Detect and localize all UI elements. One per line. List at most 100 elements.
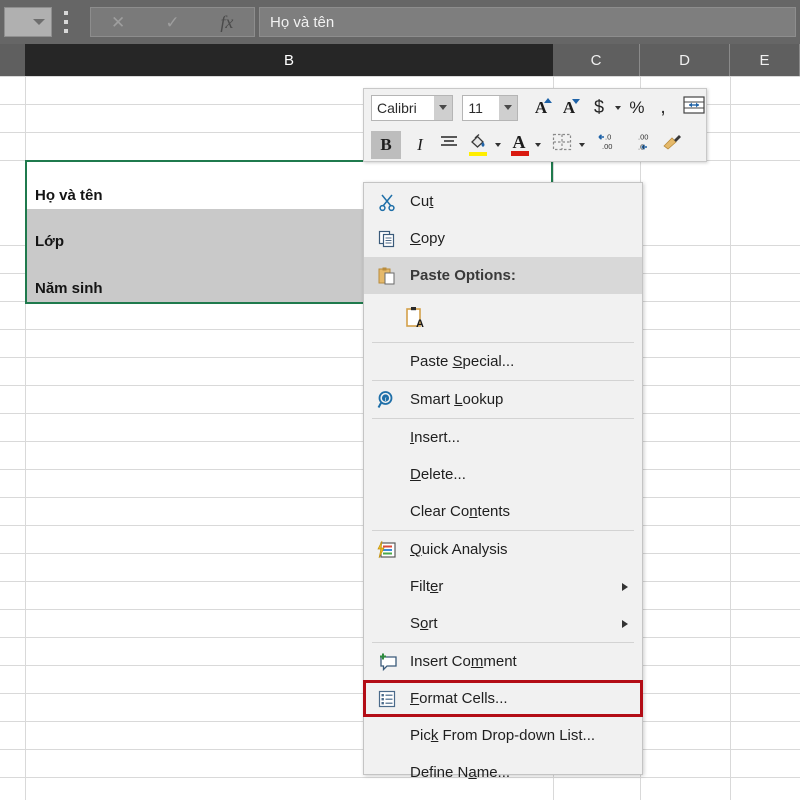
down-arrow-icon — [571, 98, 580, 104]
menu-item-format-cells-label: Format Cells... — [410, 690, 508, 707]
menu-item-paste-values[interactable]: A — [364, 294, 642, 342]
column-header-b[interactable]: B — [25, 44, 553, 76]
menu-item-insert-comment-label: Insert Comment — [410, 653, 517, 670]
svg-text:.0: .0 — [605, 133, 611, 142]
smart-lookup-icon: i — [372, 389, 402, 411]
italic-icon: I — [417, 134, 423, 154]
cancel-formula-icon[interactable]: ✕ — [91, 14, 145, 31]
menu-item-smart-lookup[interactable]: i Smart Lookup — [364, 381, 642, 418]
increase-decimal-button[interactable]: .0 .00 — [592, 131, 624, 159]
fill-color-button[interactable] — [465, 131, 491, 159]
mini-toolbar-row-1: Calibri 11 A A $ % , — [364, 89, 708, 126]
center-align-button[interactable] — [437, 131, 461, 159]
font-color-chevron-down-icon[interactable] — [535, 142, 541, 147]
menu-item-copy[interactable]: Copy — [364, 220, 642, 257]
font-name-combo[interactable]: Calibri — [371, 94, 454, 121]
percent-icon: % — [629, 97, 645, 117]
menu-item-sort-label: Sort — [410, 615, 438, 632]
chevron-down-icon — [33, 19, 45, 25]
format-cells-icon — [372, 688, 402, 710]
format-painter-button[interactable] — [659, 131, 687, 159]
no-icon — [372, 613, 402, 635]
currency-format-button[interactable]: $ — [587, 94, 611, 122]
bold-button[interactable]: B — [371, 130, 401, 159]
currency-chevron-down-icon[interactable] — [614, 105, 621, 110]
menu-item-insert[interactable]: Insert... — [364, 419, 642, 456]
menu-item-insert-comment[interactable]: Insert Comment — [364, 643, 642, 680]
column-header-c[interactable]: C — [553, 44, 640, 76]
font-color-button[interactable]: A — [507, 131, 531, 159]
no-icon — [372, 351, 402, 373]
formula-text: Họ và tên — [270, 13, 335, 31]
font-size-combo[interactable]: 11 — [462, 94, 518, 121]
font-size-value: 11 — [468, 99, 483, 116]
format-painter-icon — [662, 133, 684, 156]
formula-bar-strip: ✕ ✓ fx Họ và tên — [0, 0, 800, 44]
menu-item-filter-label: Filter — [410, 578, 444, 595]
menu-item-quick-analysis-label: Quick Analysis — [410, 541, 508, 558]
merge-cells-button[interactable] — [681, 94, 708, 122]
dollar-icon: $ — [593, 97, 604, 117]
svg-text:.00: .00 — [602, 142, 612, 151]
excel-window: ✕ ✓ fx Họ và tên B C D E Họ và tên Lớp N… — [0, 0, 800, 800]
fill-color-chevron-down-icon[interactable] — [495, 142, 501, 147]
scissors-icon — [372, 191, 402, 213]
menu-item-delete[interactable]: Delete... — [364, 456, 642, 493]
menu-item-quick-analysis[interactable]: Quick Analysis — [364, 531, 642, 568]
borders-chevron-down-icon[interactable] — [579, 142, 585, 147]
borders-button[interactable] — [549, 131, 575, 159]
no-icon — [372, 576, 402, 598]
paste-values-icon: A — [402, 307, 432, 330]
menu-item-clear-contents-label: Clear Contents — [410, 503, 511, 520]
decrease-decimal-button[interactable]: .00 .0 — [625, 131, 657, 159]
menu-item-paste-special[interactable]: Paste Special... — [364, 343, 642, 380]
menu-item-hyperlink[interactable]: Hyperlink... — [364, 791, 642, 800]
menu-item-paste-options: Paste Options: — [364, 257, 642, 294]
name-box[interactable] — [4, 7, 52, 37]
no-icon — [372, 464, 402, 486]
no-icon — [372, 762, 402, 784]
formula-input[interactable]: Họ và tên — [259, 7, 796, 37]
grow-font-button[interactable]: A — [529, 94, 553, 122]
menu-item-pick-from-dropdown-list[interactable]: Pick From Drop-down List... — [364, 717, 642, 754]
formula-controls: ✕ ✓ fx — [90, 7, 255, 37]
merge-cells-icon — [683, 96, 706, 119]
column-header-e[interactable]: E — [730, 44, 800, 76]
column-header-row: B C D E — [0, 44, 800, 76]
decrease-decimal-icon: .00 .0 — [628, 132, 654, 157]
comma-format-button[interactable]: , — [651, 94, 675, 122]
column-header-d[interactable]: D — [640, 44, 730, 76]
submenu-arrow-icon — [622, 582, 628, 591]
menu-item-sort[interactable]: Sort — [364, 605, 642, 642]
mini-formatting-toolbar: Calibri 11 A A $ % , B I A .0 .00 .00 .0 — [363, 88, 707, 162]
toolbar-grip[interactable] — [64, 11, 68, 33]
menu-item-format-cells[interactable]: Format Cells... — [363, 680, 643, 717]
font-size-chevron-down-icon[interactable] — [498, 95, 517, 120]
bold-icon: B — [380, 134, 392, 154]
menu-item-define-name[interactable]: Define Name... — [364, 754, 642, 791]
up-arrow-icon — [543, 97, 552, 103]
insert-function-icon[interactable]: fx — [200, 13, 254, 31]
quick-analysis-icon — [372, 539, 402, 561]
font-name-chevron-down-icon[interactable] — [434, 95, 453, 120]
menu-item-cut-label: Cut — [410, 193, 434, 210]
percent-format-button[interactable]: % — [625, 94, 649, 122]
svg-text:A: A — [416, 318, 424, 330]
submenu-arrow-icon — [622, 619, 628, 628]
shrink-font-button[interactable]: A — [557, 94, 581, 122]
italic-button[interactable]: I — [407, 131, 433, 159]
comment-icon — [372, 651, 402, 673]
menu-item-clear-contents[interactable]: Clear Contents — [364, 493, 642, 530]
svg-text:.00: .00 — [638, 133, 648, 142]
no-icon — [372, 725, 402, 747]
copy-icon — [372, 228, 402, 250]
svg-text:.0: .0 — [638, 143, 644, 152]
menu-item-insert-label: Insert... — [410, 429, 461, 446]
menu-item-cut[interactable]: Cut — [364, 183, 642, 220]
enter-formula-icon[interactable]: ✓ — [145, 14, 199, 31]
menu-item-filter[interactable]: Filter — [364, 568, 642, 605]
menu-item-delete-label: Delete... — [410, 466, 466, 483]
font-name-value: Calibri — [377, 99, 417, 116]
mini-toolbar-row-2: B I A .0 .00 .00 .0 — [364, 126, 708, 163]
menu-item-smart-lookup-label: Smart Lookup — [410, 391, 504, 408]
